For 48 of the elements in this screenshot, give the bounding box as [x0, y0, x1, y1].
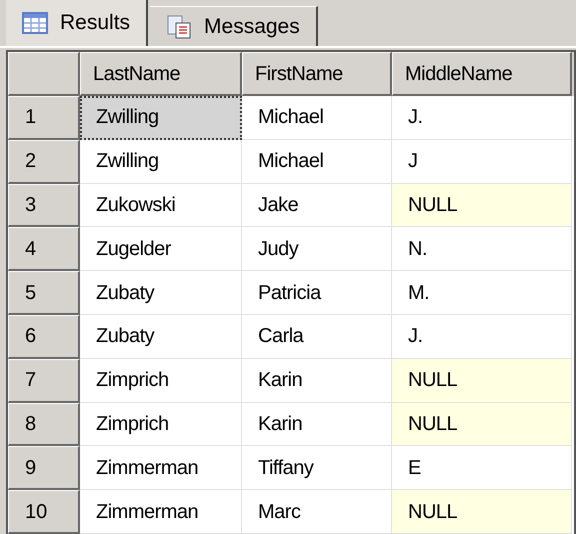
table-cell: Michael [242, 96, 392, 140]
table-cell: Karin [242, 358, 392, 403]
row-header[interactable]: 2 [8, 140, 80, 184]
table-cell: Marc [242, 490, 392, 534]
table-cell: Patricia [242, 271, 392, 315]
row-header[interactable]: 4 [8, 227, 80, 272]
table-cell: Zugelder [80, 227, 242, 272]
row-header[interactable]: 5 [8, 271, 80, 315]
table-cell: Zimprich [80, 402, 242, 446]
row-header[interactable]: 1 [8, 96, 80, 140]
table-cell: NULL [392, 358, 572, 403]
table-cell: NULL [392, 402, 572, 446]
grid-icon [22, 11, 48, 35]
table-cell: Zimprich [80, 358, 242, 403]
table-cell: Zimmerman [80, 446, 242, 490]
table-cell: Jake [242, 184, 392, 228]
table-cell: J [392, 140, 572, 184]
table-cell: Zwilling [80, 140, 242, 184]
table-cell: Zwilling [80, 96, 242, 140]
table-cell: Carla [242, 314, 392, 359]
tab[interactable]: Results [6, 0, 148, 46]
column-header[interactable]: MiddleName [392, 52, 572, 96]
select-all-button[interactable] [8, 52, 80, 96]
row-header[interactable]: 3 [8, 184, 80, 228]
table-cell: Zukowski [80, 184, 242, 228]
table-cell: Zubaty [80, 271, 242, 315]
table-cell: Tiffany [242, 446, 392, 490]
table-cell: J. [392, 314, 572, 359]
table-cell: NULL [392, 184, 572, 228]
table-cell: J. [392, 96, 572, 140]
tab[interactable]: Messages [150, 6, 318, 46]
row-header[interactable]: 8 [8, 402, 80, 446]
table-cell: Zimmerman [80, 490, 242, 534]
row-header[interactable]: 9 [8, 446, 80, 490]
table-cell: Karin [242, 402, 392, 446]
table-cell: NULL [392, 490, 572, 534]
table-cell: Judy [242, 227, 392, 272]
row-header[interactable]: 7 [8, 358, 80, 403]
document-icon [166, 14, 192, 38]
table-cell: E [392, 446, 572, 490]
column-header[interactable]: FirstName [242, 52, 392, 96]
table-cell: M. [392, 271, 572, 315]
row-header[interactable]: 10 [8, 490, 80, 534]
table-cell: N. [392, 227, 572, 272]
table-cell: Zubaty [80, 314, 242, 359]
column-header[interactable]: LastName [80, 52, 242, 96]
row-header[interactable]: 6 [8, 314, 80, 359]
table-cell: Michael [242, 140, 392, 184]
